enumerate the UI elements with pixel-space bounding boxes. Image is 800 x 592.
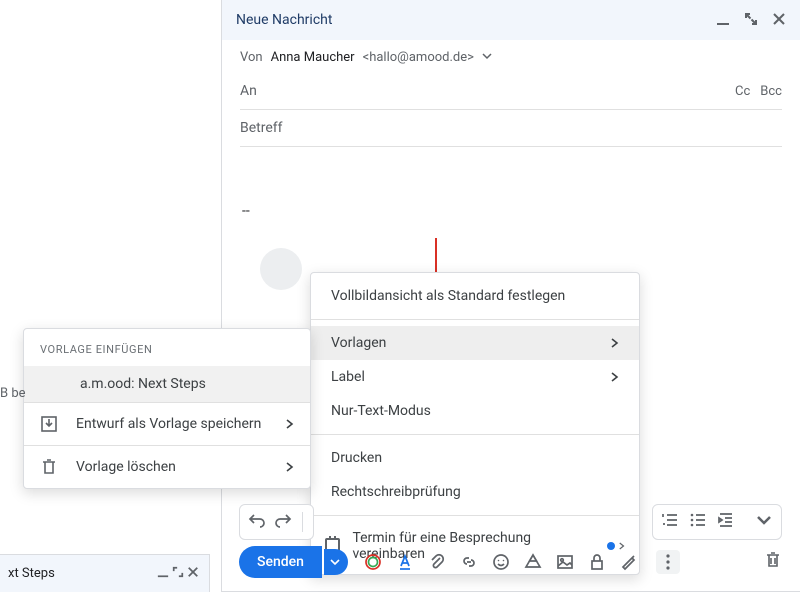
signature-separator: -- (242, 203, 780, 219)
compose-icon-row (364, 550, 680, 574)
minimize-icon[interactable] (157, 567, 169, 582)
menu-item-label: Vorlage löschen (76, 459, 176, 475)
emoji-icon[interactable] (492, 553, 510, 571)
compose-body: Von Anna Maucher <hallo@amood.de> An Cc … (222, 40, 800, 257)
menu-fullscreen-default[interactable]: Vollbildansicht als Standard festlegen (311, 279, 639, 313)
menu-separator (311, 515, 639, 516)
chevron-right-icon (611, 372, 619, 382)
avatar (260, 248, 302, 290)
to-label: An (240, 83, 257, 99)
compose-toolbar: Senden (239, 546, 782, 578)
templates-submenu: VORLAGE EINFÜGEN a.m.ood: Next Steps Ent… (23, 328, 311, 489)
fullscreen-icon[interactable] (744, 11, 758, 30)
minimized-tab-title: xt Steps (8, 566, 55, 581)
menu-separator (311, 434, 639, 435)
menu-item-label: a.m.ood: Next Steps (80, 376, 206, 392)
redo-icon[interactable] (274, 511, 292, 533)
menu-item-label: Rechtschreibprüfung (331, 484, 461, 500)
compose-header: Neue Nachricht (222, 0, 800, 40)
menu-templates[interactable]: Vorlagen (311, 326, 639, 360)
close-icon[interactable] (772, 11, 786, 30)
menu-separator (311, 319, 639, 320)
signature-icon[interactable] (620, 553, 638, 571)
confidential-icon[interactable] (588, 553, 606, 571)
text-format-icon[interactable] (396, 553, 414, 571)
chevron-down-icon[interactable] (482, 50, 492, 65)
drive-icon[interactable] (524, 553, 542, 571)
template-save-draft[interactable]: Entwurf als Vorlage speichern (24, 403, 310, 445)
send-label: Senden (257, 554, 304, 570)
from-email: <hallo@amood.de> (363, 50, 474, 65)
minimized-compose-tab[interactable]: xt Steps (0, 554, 210, 592)
minimized-tab-controls (157, 566, 199, 582)
minimize-icon[interactable] (716, 11, 730, 30)
menu-item-label: Vorlagen (331, 335, 386, 351)
discard-draft-button[interactable] (764, 551, 782, 573)
indent-decrease-icon[interactable] (717, 511, 735, 533)
chevron-down-icon[interactable] (755, 511, 773, 533)
image-icon[interactable] (556, 553, 574, 571)
menu-print[interactable]: Drucken (311, 441, 639, 475)
link-icon[interactable] (460, 553, 478, 571)
vertical-divider (435, 238, 437, 274)
subject-row[interactable]: Betreff (240, 110, 782, 147)
close-icon[interactable] (187, 567, 199, 582)
send-options-button[interactable] (324, 549, 348, 575)
menu-item-label: Entwurf als Vorlage speichern (76, 416, 261, 432)
window-controls (716, 11, 786, 30)
toolbar-separator (302, 512, 303, 532)
compose-title: Neue Nachricht (236, 12, 332, 28)
subject-placeholder: Betreff (240, 120, 283, 136)
menu-item-label: Label (331, 369, 365, 385)
chevron-right-icon (286, 419, 294, 429)
list-bulleted-icon[interactable] (689, 511, 707, 533)
chevron-right-icon (286, 462, 294, 472)
undo-icon[interactable] (248, 511, 266, 533)
truncated-edge-text: B be (0, 386, 26, 401)
menu-label[interactable]: Label (311, 360, 639, 394)
fullscreen-icon[interactable] (172, 567, 184, 582)
bcc-button[interactable]: Bcc (760, 84, 782, 99)
trash-icon (40, 458, 58, 476)
cc-button[interactable]: Cc (735, 84, 750, 99)
format-toolbar-right (652, 504, 782, 540)
save-icon (40, 415, 58, 433)
template-saved-item[interactable]: a.m.ood: Next Steps (24, 366, 310, 402)
list-ordered-icon[interactable] (661, 511, 679, 533)
more-options-menu: Vollbildansicht als Standard festlegen V… (310, 272, 640, 575)
to-row[interactable]: An Cc Bcc (240, 75, 782, 110)
from-label: Von (240, 50, 263, 65)
menu-item-label: Drucken (331, 450, 382, 466)
send-button[interactable]: Senden (239, 546, 322, 578)
templates-header: VORLAGE EINFÜGEN (24, 341, 310, 366)
attach-icon[interactable] (428, 553, 446, 571)
from-row[interactable]: Von Anna Maucher <hallo@amood.de> (240, 40, 782, 75)
menu-item-label: Nur-Text-Modus (331, 403, 431, 419)
message-body[interactable]: -- (240, 147, 782, 257)
more-options-button[interactable] (656, 550, 680, 574)
menu-spellcheck[interactable]: Rechtschreibprüfung (311, 475, 639, 509)
menu-plaintext[interactable]: Nur-Text-Modus (311, 394, 639, 428)
menu-item-label: Vollbildansicht als Standard festlegen (331, 288, 565, 304)
grammarly-icon[interactable] (364, 553, 382, 571)
chevron-right-icon (611, 338, 619, 348)
format-toolbar-left (239, 504, 314, 540)
template-delete[interactable]: Vorlage löschen (24, 446, 310, 488)
from-name: Anna Maucher (271, 50, 355, 65)
